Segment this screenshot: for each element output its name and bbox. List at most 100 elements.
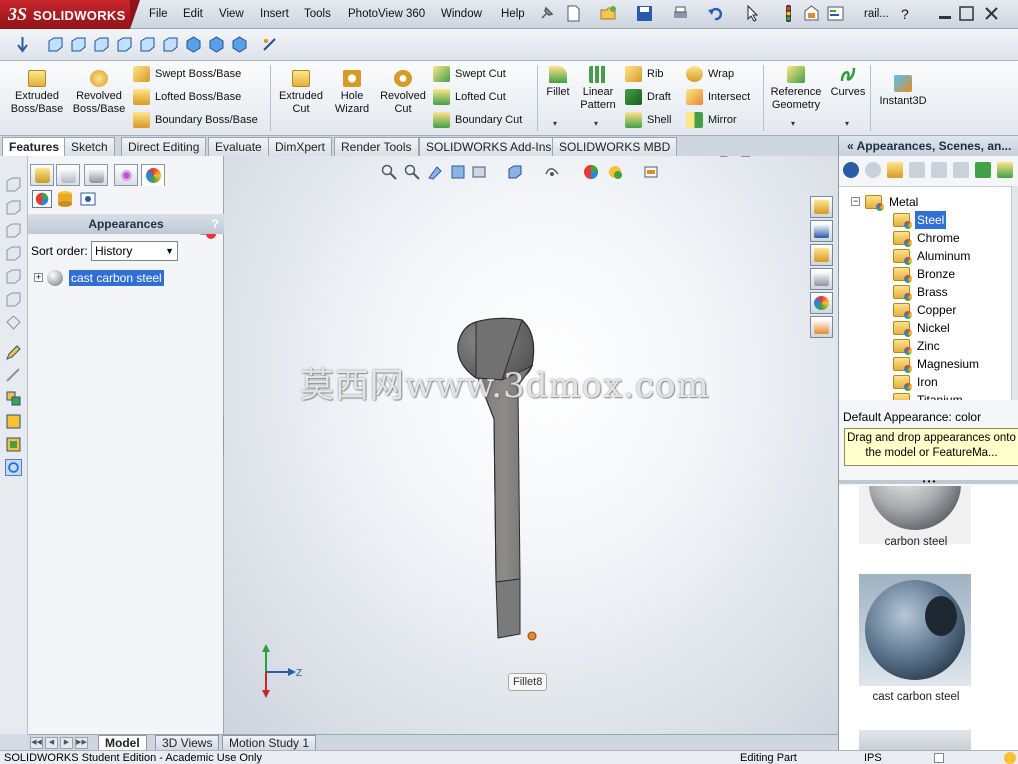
- appearances-subtab-icon[interactable]: [32, 190, 52, 208]
- new-folder-icon[interactable]: [931, 162, 947, 178]
- tab-mbd[interactable]: SOLIDWORKS MBD: [552, 137, 678, 156]
- sketch-plane-5-icon[interactable]: [5, 268, 22, 285]
- sort-order-select[interactable]: History ▼: [91, 241, 178, 261]
- lofted-cut-button[interactable]: Lofted Cut: [433, 88, 506, 106]
- tab-render-tools[interactable]: Render Tools: [334, 137, 419, 156]
- view-orientation-icon[interactable]: [507, 164, 523, 180]
- reference-geometry-button[interactable]: Reference Geometry: [766, 66, 826, 112]
- draft-button[interactable]: Draft: [625, 88, 671, 106]
- dimetric-icon[interactable]: [231, 36, 248, 53]
- sketch-plane-2-icon[interactable]: [5, 199, 22, 216]
- cube-back-icon[interactable]: [70, 36, 87, 53]
- save-icon[interactable]: [636, 5, 653, 22]
- swatch-next-preview[interactable]: [859, 730, 971, 750]
- tab-dimxpert-manager[interactable]: [114, 164, 138, 186]
- cube-left-icon[interactable]: [93, 36, 110, 53]
- ref-geometry-dropdown-icon[interactable]: ▾: [791, 119, 795, 128]
- lofted-boss-button[interactable]: Lofted Boss/Base: [133, 88, 241, 106]
- menu-tools[interactable]: Tools: [304, 8, 331, 20]
- isometric-icon[interactable]: [185, 36, 202, 53]
- tab-evaluate[interactable]: Evaluate: [208, 137, 269, 156]
- cube-right-icon[interactable]: [116, 36, 133, 53]
- extruded-cut-button[interactable]: Extruded Cut: [274, 70, 328, 116]
- add-folder-icon[interactable]: [887, 162, 903, 178]
- help-button[interactable]: ?: [212, 214, 219, 234]
- back-icon[interactable]: [843, 162, 859, 178]
- menu-window[interactable]: Window: [441, 8, 482, 20]
- tab-direct-editing[interactable]: Direct Editing: [121, 137, 207, 156]
- menu-insert[interactable]: Insert: [260, 8, 289, 20]
- menu-file[interactable]: File: [149, 8, 168, 20]
- decals-subtab-icon[interactable]: [56, 190, 74, 208]
- normal-to-icon[interactable]: [261, 36, 278, 53]
- curves-dropdown-icon[interactable]: ▾: [845, 119, 849, 128]
- view-settings-icon[interactable]: [643, 164, 659, 180]
- print-icon[interactable]: [672, 5, 689, 22]
- curves-button[interactable]: Curves: [828, 66, 868, 99]
- pin-toolbar-icon[interactable]: [14, 36, 31, 53]
- tab-addins[interactable]: SOLIDWORKS Add-Ins: [419, 137, 559, 156]
- swept-boss-button[interactable]: Swept Boss/Base: [133, 65, 241, 83]
- resources-tab[interactable]: [810, 196, 833, 218]
- graphics-viewport[interactable]: ▢ ◫ – ❐ ✕ 莫西网www.3dmox.com Fillet8 Z: [224, 156, 838, 734]
- first-tab-icon[interactable]: ◀◀: [30, 737, 43, 749]
- expand-icon[interactable]: +: [34, 273, 43, 282]
- folder-options-icon[interactable]: [953, 162, 969, 178]
- notifications-icon[interactable]: [1004, 752, 1016, 764]
- restore-doc-icon[interactable]: ❐: [786, 156, 797, 158]
- section-view-icon[interactable]: [450, 164, 466, 180]
- instant3d-button[interactable]: Instant3D: [874, 75, 932, 108]
- intersect-button[interactable]: Intersect: [686, 88, 750, 106]
- menu-help[interactable]: Help: [501, 8, 525, 20]
- sketch-plane-3-icon[interactable]: [5, 222, 22, 239]
- sketch-plane-4-icon[interactable]: [5, 245, 22, 262]
- zoom-to-fit-icon[interactable]: [381, 164, 397, 180]
- rebuild-feature-icon[interactable]: [5, 459, 22, 476]
- tab-features[interactable]: Features: [2, 137, 67, 156]
- help-search-icon[interactable]: ?: [901, 6, 909, 22]
- cube-bottom-icon[interactable]: [162, 36, 179, 53]
- boundary-cut-button[interactable]: Boundary Cut: [433, 111, 522, 129]
- view-palette-tab[interactable]: [810, 268, 833, 290]
- assembly-icon[interactable]: [5, 436, 22, 453]
- prev-tab-icon[interactable]: ◀: [45, 737, 58, 749]
- file-properties-icon[interactable]: [803, 5, 820, 22]
- tab-property-manager[interactable]: [56, 164, 80, 186]
- minimize-doc-icon[interactable]: –: [765, 156, 772, 158]
- new-document-icon[interactable]: [565, 5, 582, 22]
- tab-model[interactable]: Model: [98, 735, 147, 751]
- appearances-tab[interactable]: [810, 292, 833, 314]
- pane-splitter[interactable]: • • •: [839, 478, 1018, 486]
- close-doc-icon[interactable]: ✕: [809, 156, 819, 158]
- sketch-plane-7-icon[interactable]: [5, 314, 22, 331]
- boundary-boss-button[interactable]: Boundary Boss/Base: [133, 111, 258, 129]
- units-text[interactable]: IPS: [864, 751, 882, 764]
- collapse-icon[interactable]: −: [851, 197, 860, 206]
- menu-edit[interactable]: Edit: [183, 8, 203, 20]
- minimize-window-icon[interactable]: [937, 5, 954, 22]
- tab-dimxpert[interactable]: DimXpert: [268, 137, 333, 156]
- wrap-button[interactable]: Wrap: [686, 65, 734, 83]
- help-status-icon[interactable]: [934, 753, 944, 763]
- smart-dimension-icon[interactable]: [5, 367, 22, 384]
- tab-configuration-manager[interactable]: [84, 164, 108, 186]
- tile-window-icon[interactable]: ▢: [718, 156, 729, 158]
- shell-button[interactable]: Shell: [625, 111, 671, 129]
- select-cursor-icon[interactable]: [744, 5, 761, 22]
- design-library-tab[interactable]: [810, 220, 833, 242]
- forward-icon[interactable]: [865, 162, 881, 178]
- tab-sketch[interactable]: Sketch: [64, 137, 115, 156]
- menu-photoview[interactable]: PhotoView 360: [348, 8, 425, 20]
- fillet-button[interactable]: Fillet: [540, 66, 576, 99]
- scene-subtab-icon[interactable]: [79, 190, 97, 208]
- open-folder-icon[interactable]: [600, 5, 617, 22]
- folder-up-icon[interactable]: [909, 162, 925, 178]
- extruded-boss-button[interactable]: Extruded Boss/Base: [6, 70, 68, 116]
- file-explorer-tab[interactable]: [810, 244, 833, 266]
- swatch-cast-carbon-steel[interactable]: [859, 574, 971, 686]
- zoom-area-icon[interactable]: [404, 164, 420, 180]
- display-style-icon[interactable]: [544, 164, 560, 180]
- sketch-plane-6-icon[interactable]: [5, 291, 22, 308]
- up-level-icon[interactable]: [997, 162, 1013, 178]
- sketch-plane-icon[interactable]: [5, 176, 22, 193]
